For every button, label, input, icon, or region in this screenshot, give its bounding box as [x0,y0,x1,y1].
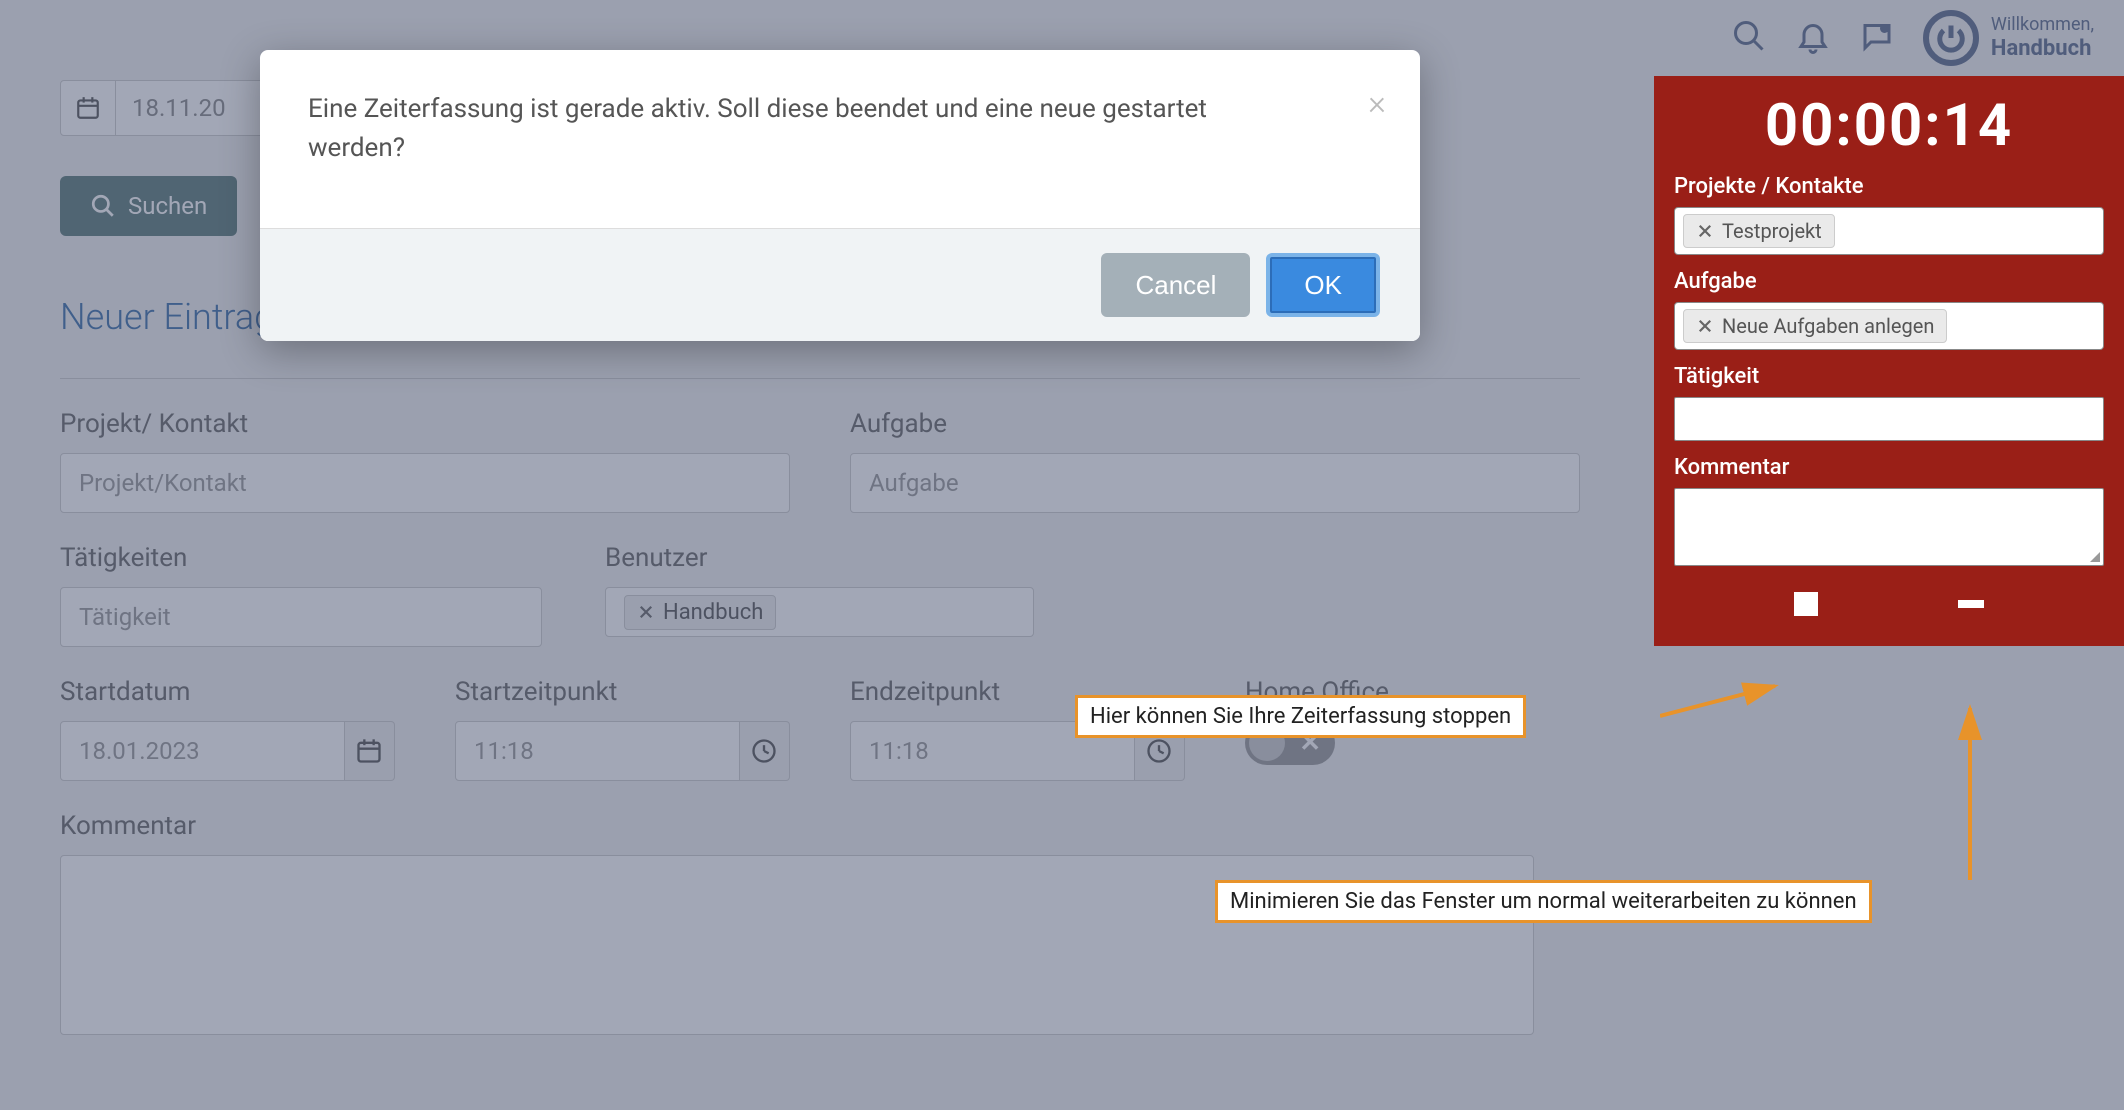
minimize-button[interactable] [1958,600,1984,608]
close-icon[interactable] [1696,222,1714,240]
timer-comment-label: Kommentar [1674,455,2104,480]
dialog-close-button[interactable]: × [1368,78,1386,129]
ok-button[interactable]: OK [1266,253,1380,317]
timer-task-label: Aufgabe [1674,269,2104,294]
timer-project-tag[interactable]: Testprojekt [1683,214,1835,248]
timer-task-input[interactable]: Neue Aufgaben anlegen [1674,302,2104,350]
timer-display: 00:00:14 [1674,92,2104,160]
timer-projects-label: Projekte / Kontakte [1674,174,2104,199]
cancel-button[interactable]: Cancel [1101,253,1250,317]
close-icon[interactable] [1696,317,1714,335]
confirm-dialog: × Eine Zeiterfassung ist gerade aktiv. S… [260,50,1420,341]
annotation-minimize: Minimieren Sie das Fenster um normal wei… [1215,880,1872,923]
timer-task-tag[interactable]: Neue Aufgaben anlegen [1683,309,1947,343]
dialog-message: Eine Zeiterfassung ist gerade aktiv. Sol… [308,90,1248,168]
timer-activity-label: Tätigkeit [1674,364,2104,389]
timer-projects-input[interactable]: Testprojekt [1674,207,2104,255]
timer-activity-input[interactable] [1674,397,2104,441]
timer-comment-textarea[interactable] [1674,488,2104,566]
stop-button[interactable] [1794,592,1818,616]
timer-panel: 00:00:14 Projekte / Kontakte Testprojekt… [1654,76,2124,646]
annotation-stop: Hier können Sie Ihre Zeiterfassung stopp… [1075,695,1526,738]
